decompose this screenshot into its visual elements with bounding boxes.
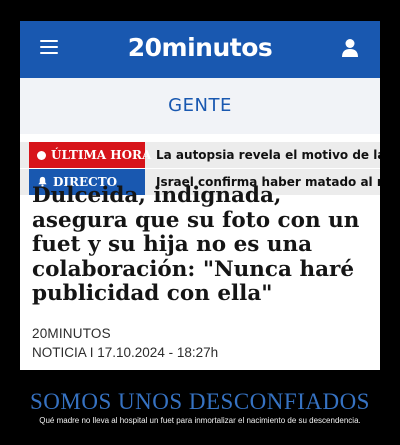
article-meta: NOTICIA I 17.10.2024 - 18:27h (32, 345, 219, 360)
breaking-news-headline[interactable]: La autopsia revela el motivo de la muert… (156, 142, 380, 168)
caption-title: SOMOS UNOS DESCONFIADOS (30, 389, 370, 414)
section-title[interactable]: GENTE (20, 78, 380, 134)
breaking-news-ticker[interactable]: ÚLTIMA HORA La autopsia revela el motivo… (20, 142, 380, 168)
user-icon[interactable] (341, 38, 359, 58)
live-dot-icon (37, 151, 46, 160)
article-author: 20MINUTOS (32, 326, 111, 341)
site-logo[interactable]: 20minutos (20, 33, 380, 62)
caption-subtitle: Qué madre no lleva al hospital un fuet p… (39, 416, 361, 425)
breaking-news-tag: ÚLTIMA HORA (29, 142, 151, 168)
article-headline: Dulceida, indignada, asegura que su foto… (32, 183, 360, 306)
top-bar: 20minutos (20, 21, 380, 78)
screenshot-frame: 20minutos GENTE ÚLTIMA HORA La autopsia … (20, 21, 380, 370)
breaking-news-label: ÚLTIMA HORA (51, 148, 152, 162)
